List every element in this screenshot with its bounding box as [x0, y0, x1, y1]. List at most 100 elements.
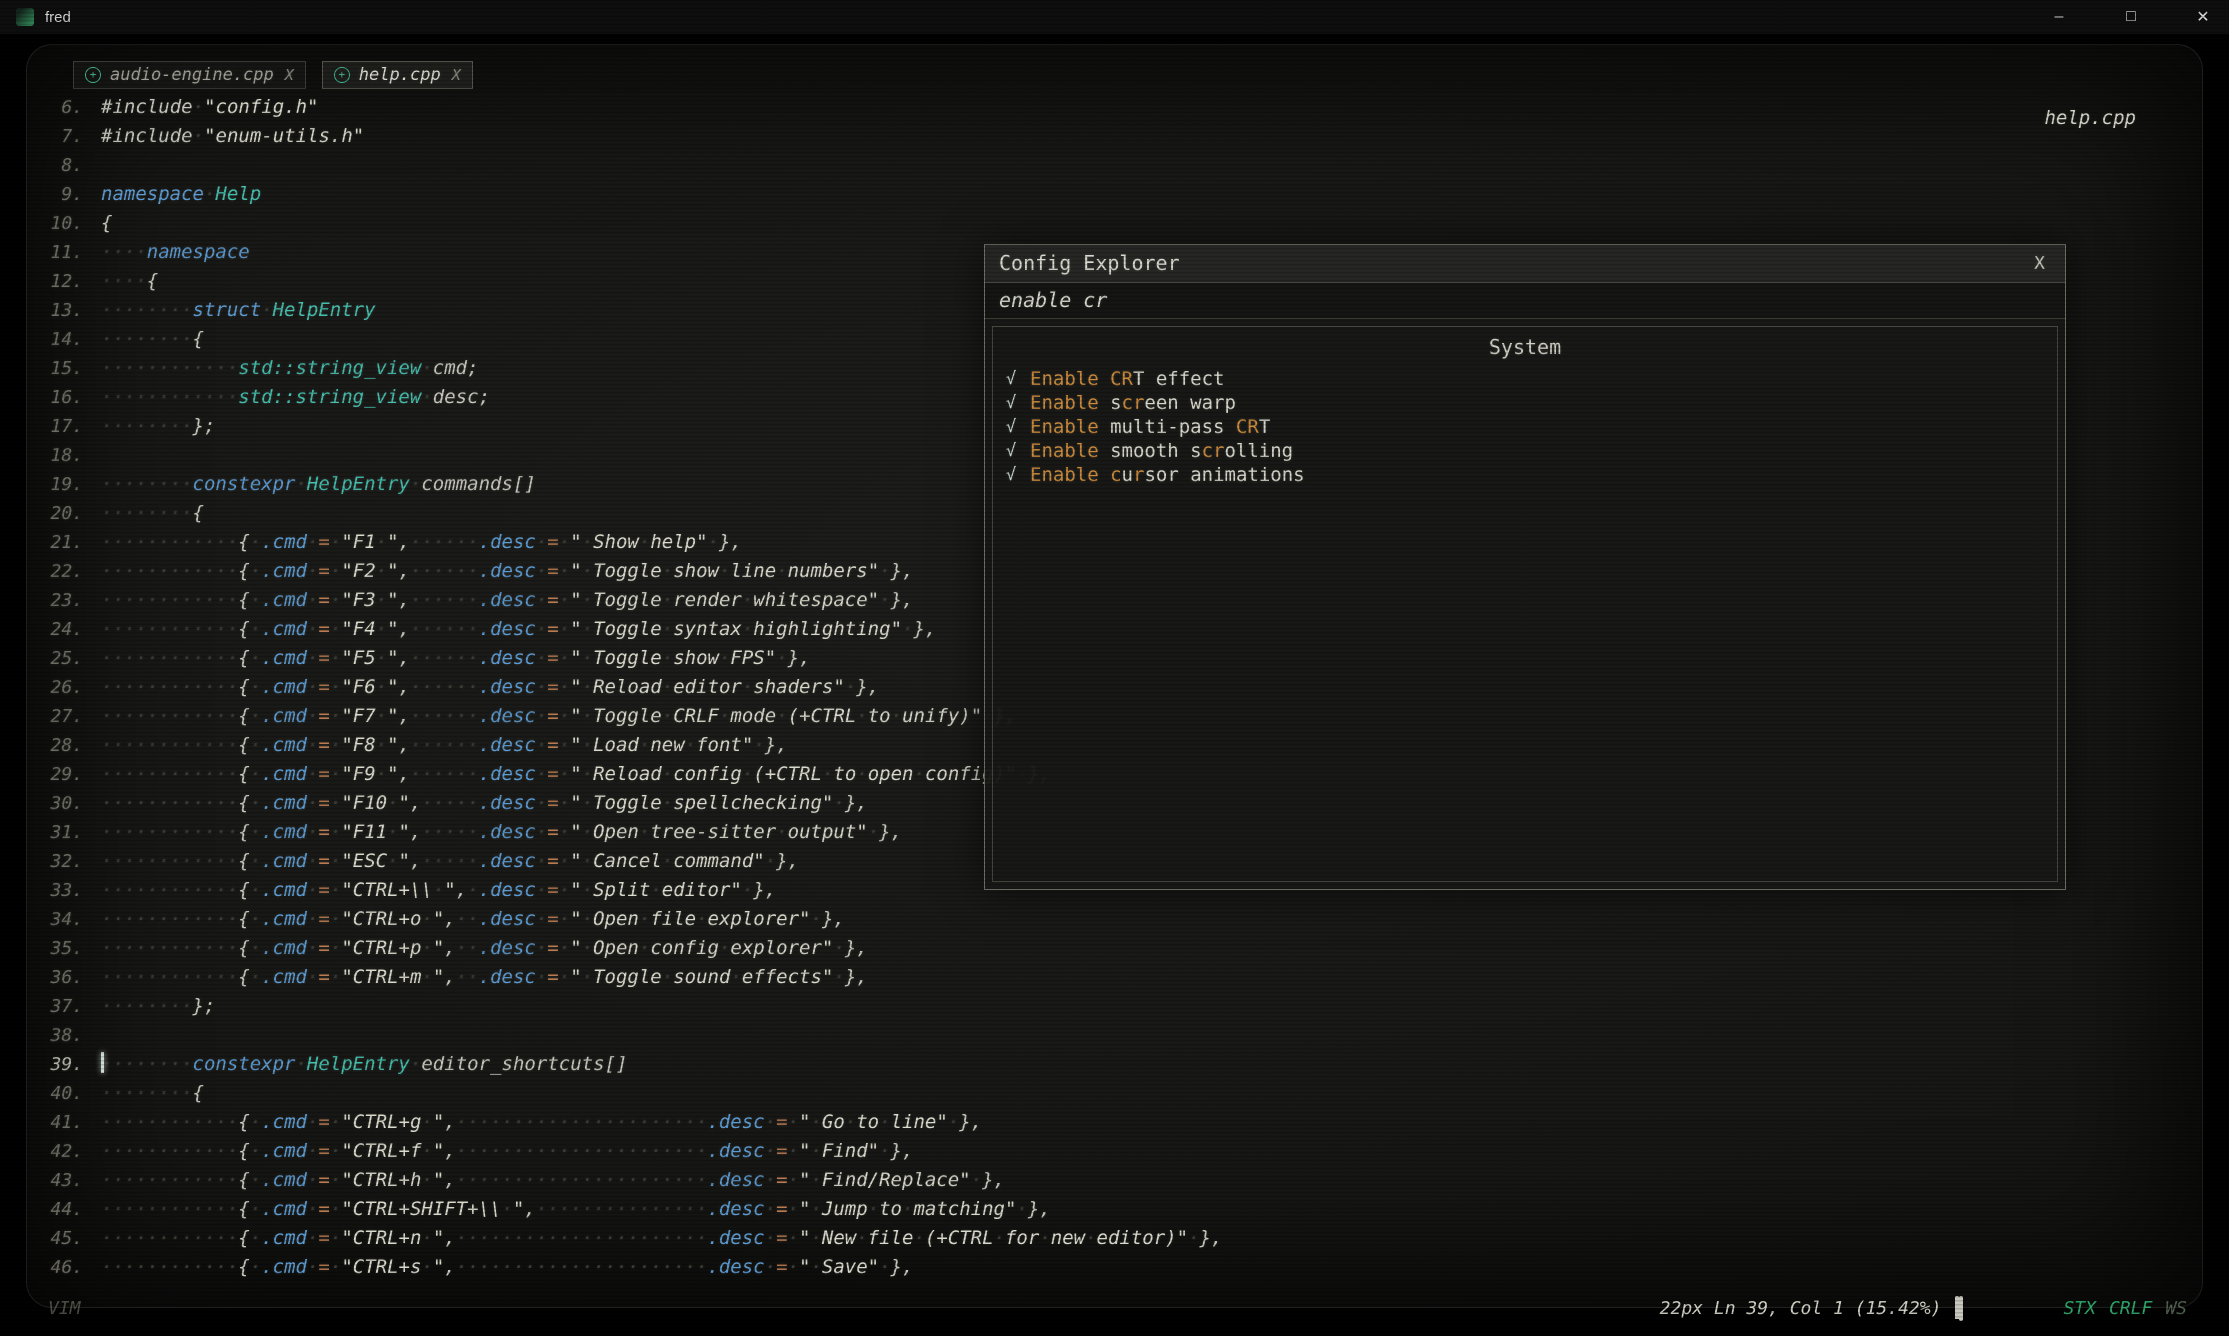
- line-number: 46.: [27, 1253, 101, 1282]
- config-explorer-title: Config Explorer: [999, 245, 1180, 282]
- code-line[interactable]: 6.#include·"config.h": [27, 93, 2202, 122]
- code-text: ············{·.cmd·=·"F11·",·····.desc·=…: [101, 818, 902, 847]
- code-text: {: [101, 209, 112, 238]
- minimize-button[interactable]: –: [2049, 8, 2069, 26]
- checkbox-checked-icon[interactable]: √: [1001, 415, 1021, 439]
- code-text: ········};: [101, 992, 215, 1021]
- code-line[interactable]: 44.············{·.cmd·=·"CTRL+SHIFT+\\·"…: [27, 1195, 2202, 1224]
- line-number: 16.: [27, 383, 101, 412]
- maximize-button[interactable]: □: [2121, 8, 2141, 26]
- line-number: 6.: [27, 93, 101, 122]
- line-number: 27.: [27, 702, 101, 731]
- line-number: 37.: [27, 992, 101, 1021]
- code-line[interactable]: 40.········{: [27, 1079, 2202, 1108]
- line-number: 38.: [27, 1021, 101, 1050]
- code-line[interactable]: 10.{: [27, 209, 2202, 238]
- cursor-position-indicator: 22px Ln 39, Col 1 (15.42%): [1660, 1298, 1942, 1319]
- line-number: 31.: [27, 818, 101, 847]
- code-line[interactable]: 9.namespace·Help: [27, 180, 2202, 209]
- tab-audio-engine.cpp[interactable]: + audio-engine.cpp X: [73, 61, 306, 89]
- line-number: 14.: [27, 325, 101, 354]
- code-text: ············{·.cmd·=·"CTRL+p·",··.desc·=…: [101, 934, 868, 963]
- checkbox-checked-icon[interactable]: √: [1001, 439, 1021, 463]
- tab-close-button[interactable]: X: [452, 66, 461, 84]
- code-text: ············{·.cmd·=·"CTRL+f·",·········…: [101, 1137, 913, 1166]
- code-line[interactable]: 34.············{·.cmd·=·"CTRL+o·",··.des…: [27, 905, 2202, 934]
- checkbox-checked-icon[interactable]: √: [1001, 367, 1021, 391]
- line-number: 21.: [27, 528, 101, 557]
- config-search-input[interactable]: enable cr: [985, 283, 2065, 319]
- code-line[interactable]: 8.: [27, 151, 2202, 180]
- code-text: ········{: [101, 325, 204, 354]
- app-icon: [16, 8, 34, 26]
- code-text: ············std::string_view·desc;: [101, 383, 490, 412]
- code-text: ············{·.cmd·=·"CTRL+\\·",·.desc·=…: [101, 876, 776, 905]
- code-text: ············{·.cmd·=·"F2·",······.desc·=…: [101, 557, 914, 586]
- checkbox-checked-icon[interactable]: √: [1001, 463, 1021, 487]
- line-number: 32.: [27, 847, 101, 876]
- code-text: ············{·.cmd·=·"CTRL+g·",·········…: [101, 1108, 982, 1137]
- config-explorer-close-button[interactable]: X: [2028, 245, 2051, 282]
- config-item-label: Enable multi-pass CRT: [1030, 415, 1270, 439]
- config-item[interactable]: √Enable smooth scrolling: [1001, 439, 2049, 463]
- code-text: ············{·.cmd·=·"CTRL+s·",·········…: [101, 1253, 913, 1282]
- status-bar: VIM 22px Ln 39, Col 1 (15.42%) STXCRLFWS: [48, 1292, 2187, 1324]
- line-number: 39.: [27, 1050, 101, 1079]
- config-explorer-body: System √ Enable CRT effect√Enable screen …: [992, 326, 2058, 882]
- line-number: 29.: [27, 760, 101, 789]
- code-text: namespace·Help: [101, 180, 261, 209]
- cpp-file-icon: +: [85, 67, 101, 83]
- code-line[interactable]: 39.········constexpr·HelpEntry·editor_sh…: [27, 1050, 2202, 1079]
- tab-close-button[interactable]: X: [285, 66, 294, 84]
- code-text: ············{·.cmd·=·"CTRL+h·",·········…: [101, 1166, 1005, 1195]
- line-number: 24.: [27, 615, 101, 644]
- config-item[interactable]: √Enable screen warp: [1001, 391, 2049, 415]
- status-flags: STXCRLFWS: [2063, 1298, 2187, 1319]
- status-right-group: 22px Ln 39, Col 1 (15.42%) STXCRLFWS: [1660, 1298, 2187, 1319]
- line-number: 26.: [27, 673, 101, 702]
- config-item[interactable]: √ Enable multi-pass CRT: [1001, 415, 2049, 439]
- line-number: 28.: [27, 731, 101, 760]
- code-line[interactable]: 46.············{·.cmd·=·"CTRL+s·",······…: [27, 1253, 2202, 1282]
- config-item[interactable]: √ Enable CRT effect: [1001, 367, 2049, 391]
- code-text: ············{·.cmd·=·"F8·",······.desc·=…: [101, 731, 788, 760]
- line-number: 42.: [27, 1137, 101, 1166]
- checkbox-checked-icon[interactable]: √: [1001, 391, 1021, 415]
- line-number: 33.: [27, 876, 101, 905]
- line-number: 12.: [27, 267, 101, 296]
- line-number: 34.: [27, 905, 101, 934]
- tab-help.cpp[interactable]: +help.cppX: [322, 61, 473, 89]
- line-number: 19.: [27, 470, 101, 499]
- code-text: ········{: [101, 1079, 204, 1108]
- line-number: 17.: [27, 412, 101, 441]
- config-section-header: System: [1001, 333, 2049, 367]
- code-line[interactable]: 35.············{·.cmd·=·"CTRL+p·",··.des…: [27, 934, 2202, 963]
- code-text: ············{·.cmd·=·"CTRL+SHIFT+\\·",··…: [101, 1195, 1051, 1224]
- code-line[interactable]: 7.#include·"enum-utils.h": [27, 122, 2202, 151]
- line-number: 22.: [27, 557, 101, 586]
- line-number: 43.: [27, 1166, 101, 1195]
- code-line[interactable]: 43.············{·.cmd·=·"CTRL+h·",······…: [27, 1166, 2202, 1195]
- config-items-list: √Enable CRT effect√Enable screen warp√En…: [1001, 367, 2049, 487]
- code-text: #include·"config.h": [101, 93, 318, 122]
- active-file-indicator: help.cpp: [2044, 107, 2136, 129]
- code-text: ········constexpr·HelpEntry·commands[]: [101, 470, 536, 499]
- code-line[interactable]: 42.············{·.cmd·=·"CTRL+f·",······…: [27, 1137, 2202, 1166]
- config-explorer-dialog: Config Explorer X enable cr System √Enab…: [984, 244, 2066, 890]
- config-item-label: Enable CRT effect: [1030, 367, 1225, 391]
- code-text: ········{: [101, 499, 204, 528]
- code-line[interactable]: 37.········};: [27, 992, 2202, 1021]
- code-line[interactable]: 36.············{·.cmd·=·"CTRL+m·",··.des…: [27, 963, 2202, 992]
- code-text: ············{·.cmd·=·"ESC·",·····.desc·=…: [101, 847, 799, 876]
- tab-label: audio-engine.cpp: [110, 65, 274, 85]
- code-text: ············{·.cmd·=·"F5·",······.desc·=…: [101, 644, 811, 673]
- code-line[interactable]: 41.············{·.cmd·=·"CTRL+g·",······…: [27, 1108, 2202, 1137]
- config-explorer-titlebar: Config Explorer X: [985, 245, 2065, 283]
- line-number: 18.: [27, 441, 101, 470]
- code-line[interactable]: 38.: [27, 1021, 2202, 1050]
- config-item[interactable]: √Enable cursor animations: [1001, 463, 2049, 487]
- line-number: 30.: [27, 789, 101, 818]
- code-line[interactable]: 45.············{·.cmd·=·"CTRL+n·",······…: [27, 1224, 2202, 1253]
- code-text: ············{·.cmd·=·"F1·",······.desc·=…: [101, 528, 742, 557]
- close-button[interactable]: ✕: [2193, 7, 2213, 27]
